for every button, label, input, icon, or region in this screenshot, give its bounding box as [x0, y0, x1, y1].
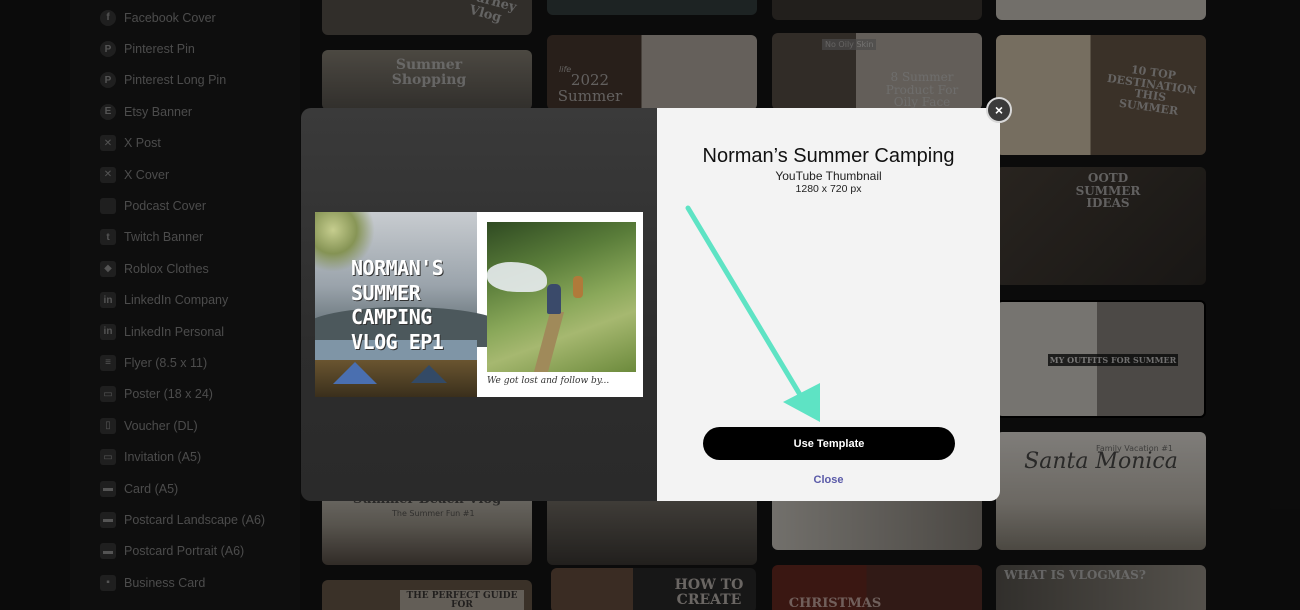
annotation-arrow [685, 205, 820, 422]
arrow-head [783, 383, 820, 422]
arrow-shaft [685, 205, 811, 411]
